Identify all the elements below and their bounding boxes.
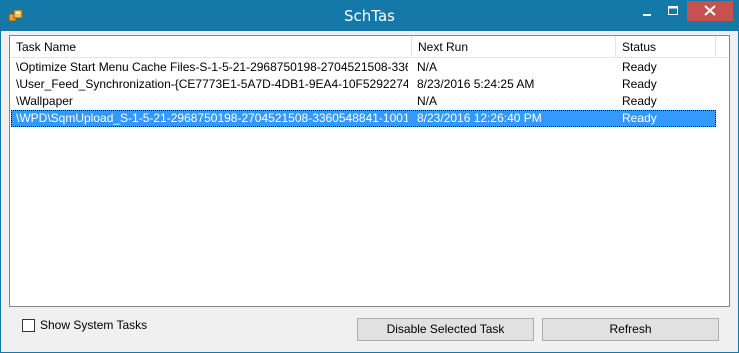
task-next-run: N/A bbox=[417, 94, 438, 108]
task-row[interactable]: \Wallpaper N/A Ready bbox=[11, 93, 716, 110]
task-row[interactable]: \Optimize Start Menu Cache Files-S-1-5-2… bbox=[11, 59, 716, 76]
task-next-run: 8/23/2016 12:26:40 PM bbox=[417, 111, 542, 125]
app-window: SchTas Task Name Next Run Status \Optimi… bbox=[0, 0, 739, 353]
disable-selected-task-button[interactable]: Disable Selected Task bbox=[357, 318, 534, 341]
minimize-icon bbox=[643, 14, 651, 16]
close-icon bbox=[704, 5, 716, 16]
task-next-run: N/A bbox=[417, 60, 438, 74]
task-name: \Wallpaper bbox=[16, 94, 73, 108]
task-row-selected[interactable]: \WPD\SqmUpload_S-1-5-21-2968750198-27045… bbox=[11, 110, 716, 127]
title-bar[interactable]: SchTas bbox=[1, 1, 738, 31]
refresh-button[interactable]: Refresh bbox=[542, 318, 719, 341]
window-title: SchTas bbox=[344, 7, 395, 25]
task-name: \Optimize Start Menu Cache Files-S-1-5-2… bbox=[16, 60, 408, 74]
close-button[interactable] bbox=[687, 1, 733, 21]
task-name: \User_Feed_Synchronization-{CE7773E1-5A7… bbox=[16, 77, 408, 91]
task-status: Ready bbox=[622, 94, 657, 108]
column-header-task-name[interactable]: Task Name bbox=[10, 36, 412, 58]
task-next-run: 8/23/2016 5:24:25 AM bbox=[417, 77, 535, 91]
minimize-button[interactable] bbox=[634, 1, 660, 22]
show-system-tasks-checkbox[interactable] bbox=[22, 319, 35, 332]
maximize-icon bbox=[668, 6, 678, 15]
task-list[interactable]: Task Name Next Run Status \Optimize Star… bbox=[9, 35, 730, 307]
column-header-status[interactable]: Status bbox=[616, 36, 716, 58]
task-status: Ready bbox=[622, 60, 657, 74]
maximize-button[interactable] bbox=[660, 1, 686, 22]
list-header: Task Name Next Run Status bbox=[10, 36, 729, 58]
task-name: \WPD\SqmUpload_S-1-5-21-2968750198-27045… bbox=[16, 111, 408, 125]
show-system-tasks-label[interactable]: Show System Tasks bbox=[40, 318, 147, 332]
column-header-next-run[interactable]: Next Run bbox=[412, 36, 616, 58]
task-status: Ready bbox=[622, 77, 657, 91]
task-status: Ready bbox=[622, 111, 657, 125]
task-row[interactable]: \User_Feed_Synchronization-{CE7773E1-5A7… bbox=[11, 76, 716, 93]
